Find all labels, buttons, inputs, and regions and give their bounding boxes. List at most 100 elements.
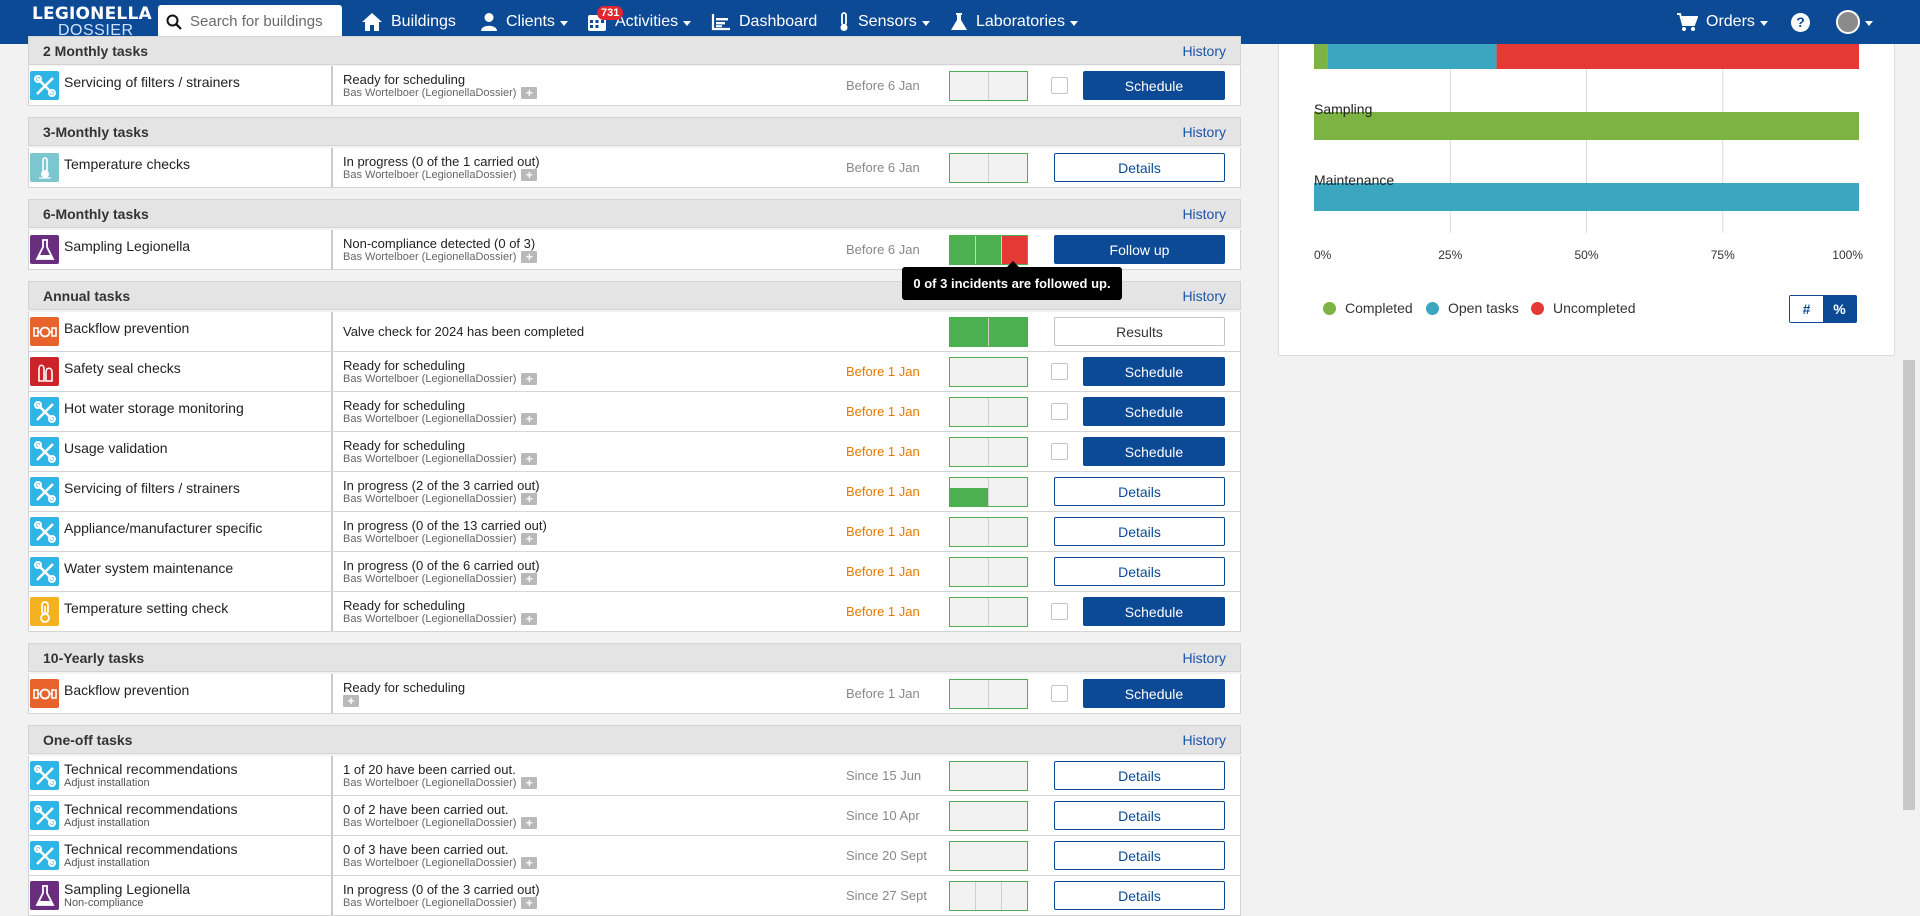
app-logo[interactable]: LEGIONELLA DOSSIER xyxy=(32,6,152,40)
details-button[interactable]: Details xyxy=(1054,153,1225,182)
details-button[interactable]: Details xyxy=(1054,881,1225,910)
task-status: Ready for scheduling xyxy=(343,438,466,453)
task-row: Technical recommendations Adjust installa… xyxy=(28,796,1241,836)
history-link[interactable]: History xyxy=(1182,124,1226,140)
details-button[interactable]: Details xyxy=(1054,761,1225,790)
wrench-icon xyxy=(30,397,59,426)
add-assignee-button[interactable]: + xyxy=(521,413,538,425)
help-button[interactable]: ? xyxy=(1791,0,1810,44)
add-assignee-button[interactable]: + xyxy=(521,777,538,789)
schedule-button[interactable]: Schedule xyxy=(1083,679,1225,708)
nav-buildings-label: Buildings xyxy=(391,13,456,30)
due-date: Before 1 Jan xyxy=(846,604,920,619)
progress-segment xyxy=(989,398,1027,426)
progress-indicator xyxy=(949,679,1028,709)
select-checkbox[interactable] xyxy=(1051,363,1068,380)
page-scrollbar[interactable] xyxy=(1903,360,1915,810)
nav-laboratories-label: Laboratories xyxy=(976,13,1065,30)
group-header: 3-Monthly tasks History xyxy=(28,117,1241,146)
home-icon xyxy=(362,13,382,31)
assignee: Bas Wortelboer (LegionellaDossier) + xyxy=(343,251,538,263)
assignee-name: Bas Wortelboer (LegionellaDossier) xyxy=(343,777,517,789)
schedule-button[interactable]: Schedule xyxy=(1083,597,1225,626)
progress-segment xyxy=(976,236,1002,264)
toggle-percent-button[interactable]: % xyxy=(1823,296,1856,322)
results-button[interactable]: Results xyxy=(1054,317,1225,346)
search-icon[interactable] xyxy=(162,10,186,34)
assignee-name: Bas Wortelboer (LegionellaDossier) xyxy=(343,251,517,263)
divider xyxy=(331,230,333,269)
progress-segment xyxy=(950,438,989,466)
progress-segment xyxy=(950,236,976,264)
task-status: Ready for scheduling xyxy=(343,358,466,373)
add-assignee-button[interactable]: + xyxy=(521,573,538,585)
assignee: Bas Wortelboer (LegionellaDossier) + xyxy=(343,613,538,625)
progress-segment xyxy=(989,518,1027,546)
user-menu[interactable] xyxy=(1836,0,1873,44)
add-assignee-button[interactable]: + xyxy=(521,87,538,99)
search-input[interactable] xyxy=(186,7,336,36)
task-row: Hot water storage monitoring Ready for sc… xyxy=(28,392,1241,432)
progress-segment xyxy=(950,72,989,100)
toggle-count-button[interactable]: # xyxy=(1790,296,1823,322)
details-button[interactable]: Details xyxy=(1054,557,1225,586)
history-link[interactable]: History xyxy=(1182,650,1226,666)
history-link[interactable]: History xyxy=(1182,288,1226,304)
details-button[interactable]: Details xyxy=(1054,801,1225,830)
add-assignee-button[interactable]: + xyxy=(521,857,538,869)
task-name: Servicing of filters / strainers xyxy=(64,480,240,496)
add-assignee-button[interactable]: + xyxy=(521,897,538,909)
cart-icon xyxy=(1677,13,1698,31)
task-name: Water system maintenance xyxy=(64,560,234,576)
select-checkbox[interactable] xyxy=(1051,603,1068,620)
task-name: Usage validation xyxy=(64,440,168,456)
assignee-name: Bas Wortelboer (LegionellaDossier) xyxy=(343,857,517,869)
add-assignee-button[interactable]: + xyxy=(521,453,538,465)
schedule-button[interactable]: Schedule xyxy=(1083,357,1225,386)
progress-segment xyxy=(950,518,989,546)
history-link[interactable]: History xyxy=(1182,732,1226,748)
select-checkbox[interactable] xyxy=(1051,403,1068,420)
schedule-button[interactable]: Schedule xyxy=(1083,437,1225,466)
legend-label-completed: Completed xyxy=(1345,300,1413,316)
details-button[interactable]: Details xyxy=(1054,517,1225,546)
tempset-icon xyxy=(30,597,59,626)
progress-indicator xyxy=(949,761,1028,791)
progress-indicator xyxy=(949,477,1028,507)
add-assignee-button[interactable]: + xyxy=(521,251,538,263)
x-tick-label: 0% xyxy=(1314,248,1332,262)
assignee: Bas Wortelboer (LegionellaDossier) + xyxy=(343,817,538,829)
history-link[interactable]: History xyxy=(1182,206,1226,222)
task-name: Appliance/manufacturer specific xyxy=(64,520,263,536)
add-assignee-button[interactable]: + xyxy=(521,493,538,505)
history-link[interactable]: History xyxy=(1182,43,1226,59)
add-assignee-button[interactable]: + xyxy=(521,373,538,385)
nav-orders[interactable]: Orders xyxy=(1676,0,1768,44)
add-assignee-button[interactable]: + xyxy=(521,613,538,625)
nav-orders-label: Orders xyxy=(1706,13,1755,30)
follow-up-button[interactable]: Follow up xyxy=(1054,235,1225,264)
divider xyxy=(331,512,333,551)
schedule-button[interactable]: Schedule xyxy=(1083,71,1225,100)
thermometer-icon xyxy=(840,12,848,31)
details-button[interactable]: Details xyxy=(1054,841,1225,870)
progress-indicator xyxy=(949,357,1028,387)
add-assignee-button[interactable]: + xyxy=(343,695,359,707)
details-button[interactable]: Details xyxy=(1054,477,1225,506)
add-assignee-button[interactable]: + xyxy=(521,533,538,545)
progress-indicator xyxy=(949,71,1028,101)
schedule-button[interactable]: Schedule xyxy=(1083,397,1225,426)
add-assignee-button[interactable]: + xyxy=(521,817,538,829)
nav-clients-label: Clients xyxy=(506,13,555,30)
select-checkbox[interactable] xyxy=(1051,685,1068,702)
group-title: 2 Monthly tasks xyxy=(43,42,149,59)
assignee: Bas Wortelboer (LegionellaDossier) + xyxy=(343,87,538,99)
select-checkbox[interactable] xyxy=(1051,443,1068,460)
divider xyxy=(331,148,333,187)
task-name: Safety seal checks xyxy=(64,360,181,376)
valve-icon xyxy=(30,317,59,346)
task-status: 0 of 3 have been carried out. xyxy=(343,842,509,857)
select-checkbox[interactable] xyxy=(1051,77,1068,94)
due-date: Since 15 Jun xyxy=(846,768,922,783)
add-assignee-button[interactable]: + xyxy=(521,169,538,181)
